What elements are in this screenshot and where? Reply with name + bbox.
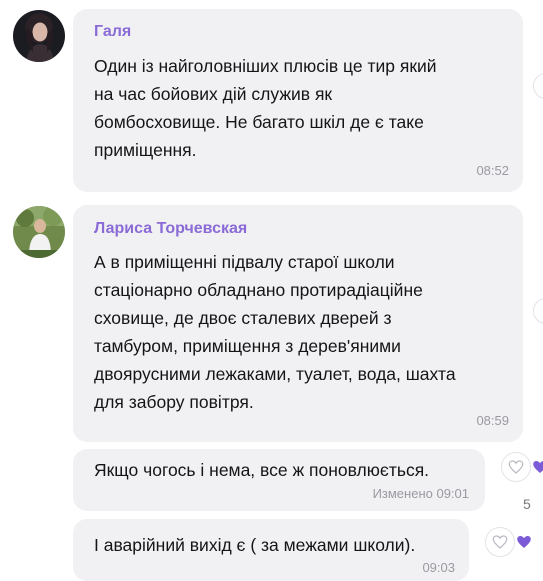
- message-time: 09:03: [422, 560, 455, 575]
- message-text: Якщо чогось і нема, все ж поновлюється.: [94, 460, 430, 480]
- message-bubble[interactable]: І аварійний вихід є ( за межами школи). …: [73, 519, 469, 581]
- message-line: на час бойових дій служив як: [94, 84, 333, 104]
- message-line: А в приміщенні підвалу старої школи: [94, 252, 395, 272]
- message-text: А в приміщенні підвалу старої школи стац…: [94, 248, 456, 416]
- sender-name[interactable]: Лариса Торчевская: [94, 220, 247, 238]
- avatar-galya[interactable]: [13, 10, 65, 62]
- avatar-larysa[interactable]: [13, 206, 65, 258]
- message-time: Изменено 09:01: [372, 486, 469, 501]
- heart-outline-icon: [492, 535, 508, 549]
- heart-filled-icon: [517, 536, 531, 548]
- message-time: 08:59: [476, 413, 509, 428]
- message-bubble[interactable]: Якщо чогось і нема, все ж поновлюється. …: [73, 449, 485, 511]
- reaction-button[interactable]: [533, 298, 543, 324]
- message-line: стаціонарно обладнано протирадіаційне: [94, 280, 423, 300]
- reaction-heart[interactable]: [531, 452, 543, 482]
- message-line: Один із найголовніших плюсів це тир який: [94, 56, 437, 76]
- message-line: двоярусними лежаками, туалет, вода, шахт…: [94, 364, 456, 384]
- message-time: 08:52: [476, 163, 509, 178]
- heart-outline-icon: [508, 460, 524, 474]
- message-line: тамбуром, приміщення з дерев'яними: [94, 336, 401, 356]
- message-text: Один із найголовніших плюсів це тир який…: [94, 52, 437, 164]
- reaction-count: 5: [523, 496, 531, 512]
- message-line: бомбосховище. Не багато шкіл де є таке: [94, 112, 424, 132]
- message-bubble[interactable]: Лариса Торчевская А в приміщенні підвалу…: [73, 205, 523, 442]
- message-line: сховище, де двоє сталевих дверей з: [94, 308, 392, 328]
- reaction-button[interactable]: [501, 452, 531, 482]
- sender-name[interactable]: Галя: [94, 23, 131, 41]
- reaction-heart[interactable]: [515, 527, 543, 557]
- message-line: приміщення.: [94, 140, 197, 160]
- message-line: для забору повітря.: [94, 392, 254, 412]
- reaction-button[interactable]: [485, 527, 515, 557]
- message-text: І аварійний вихід є ( за межами школи).: [94, 535, 416, 555]
- heart-filled-icon: [533, 461, 543, 473]
- reaction-button[interactable]: [533, 73, 543, 99]
- message-bubble[interactable]: Галя Один із найголовніших плюсів це тир…: [73, 9, 523, 192]
